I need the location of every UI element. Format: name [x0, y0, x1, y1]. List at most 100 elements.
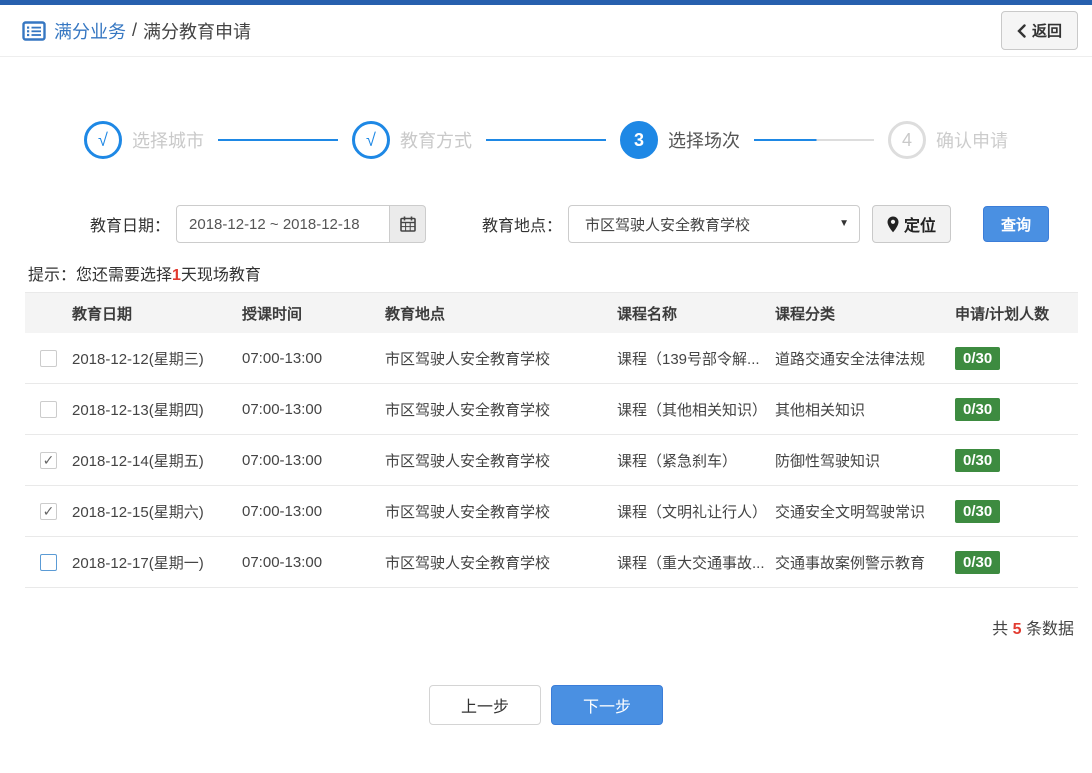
hint-prefix: 提示：您还需要选择	[28, 267, 173, 284]
step-2-label: 教育方式	[400, 131, 472, 151]
cell-date: 2018-12-12(星期三)	[72, 350, 204, 368]
total-prefix: 共	[992, 621, 1009, 638]
hint-highlight-count: 1	[172, 267, 181, 284]
date-range-group	[176, 205, 427, 243]
location-pin-icon	[887, 216, 899, 233]
calendar-button[interactable]	[390, 205, 427, 243]
step-connector-1	[218, 139, 338, 141]
session-table: 教育日期 授课时间 教育地点 课程名称 课程分类 申请/计划人数 2018-12…	[25, 292, 1078, 588]
calendar-icon	[399, 216, 416, 232]
count-badge: 0/30	[955, 499, 1001, 523]
col-header-category: 课程分类	[775, 305, 836, 323]
cell-time: 07:00-13:00	[242, 400, 323, 418]
locate-button-label: 定位	[904, 218, 937, 235]
step-2-marker: √	[352, 121, 390, 159]
total-suffix: 条数据	[1025, 621, 1074, 638]
list-icon	[22, 20, 46, 41]
cell-location: 市区驾驶人安全教育学校	[385, 554, 551, 572]
locate-button[interactable]: 定位	[872, 205, 952, 243]
step-connector-2	[486, 139, 606, 141]
step-3-label: 选择场次	[668, 131, 740, 151]
step-select-session: 3 选择场次	[620, 121, 740, 159]
chevron-left-icon	[1017, 23, 1026, 38]
step-1-label: 选择城市	[132, 131, 204, 151]
count-badge: 0/30	[955, 397, 1001, 421]
cell-category: 其他相关知识	[775, 401, 866, 419]
col-header-count: 申请/计划人数	[955, 305, 1050, 323]
back-button-label: 返回	[1031, 23, 1062, 40]
total-count-text: 共 5 条数据	[0, 615, 1074, 639]
cell-category: 交通安全文明驾驶常识	[775, 503, 926, 521]
cell-date: 2018-12-15(星期六)	[72, 503, 204, 521]
date-range-input[interactable]	[176, 205, 391, 243]
cell-course: 课程（其他相关知识）	[617, 401, 768, 419]
total-count: 5	[1012, 621, 1022, 638]
table-row[interactable]: 2018-12-12(星期三) 07:00-13:00 市区驾驶人安全教育学校 …	[25, 333, 1078, 384]
table-row[interactable]: ✓ 2018-12-14(星期五) 07:00-13:00 市区驾驶人安全教育学…	[25, 435, 1078, 486]
col-header-location: 教育地点	[385, 305, 446, 323]
cell-date: 2018-12-17(星期一)	[72, 554, 204, 572]
cell-category: 交通事故案例警示教育	[775, 554, 926, 572]
cell-location: 市区驾驶人安全教育学校	[385, 401, 551, 419]
step-3-marker: 3	[620, 121, 658, 159]
table-row[interactable]: 2018-12-13(星期四) 07:00-13:00 市区驾驶人安全教育学校 …	[25, 384, 1078, 435]
hint-text: 提示：您还需要选择1天现场教育	[28, 261, 1092, 285]
search-button[interactable]: 查询	[983, 206, 1050, 242]
col-header-time: 授课时间	[242, 305, 303, 323]
education-date-label: 教育日期：	[90, 218, 171, 235]
step-education-mode: √ 教育方式	[352, 121, 472, 159]
education-place-select[interactable]: 市区驾驶人安全教育学校 ▼	[568, 205, 861, 243]
table-body: 2018-12-12(星期三) 07:00-13:00 市区驾驶人安全教育学校 …	[25, 333, 1078, 588]
count-badge: 0/30	[955, 448, 1001, 472]
check-icon: ✓	[42, 451, 55, 468]
table-header-row: 教育日期 授课时间 教育地点 课程名称 课程分类 申请/计划人数	[25, 293, 1078, 333]
col-header-course: 课程名称	[617, 305, 678, 323]
step-1-marker: √	[84, 121, 122, 159]
stepper: √ 选择城市 √ 教育方式 3 选择场次 4 确认申请	[84, 121, 1008, 159]
cell-time: 07:00-13:00	[242, 451, 323, 469]
breadcrumb: 满分业务 / 满分教育申请	[22, 18, 251, 44]
cell-time: 07:00-13:00	[242, 349, 323, 367]
step-select-city: √ 选择城市	[84, 121, 204, 159]
next-step-button[interactable]: 下一步	[551, 685, 663, 725]
cell-course: 课程（139号部令解...	[617, 350, 760, 368]
check-icon: ✓	[42, 502, 55, 519]
chevron-down-icon: ▼	[839, 218, 850, 229]
cell-location: 市区驾驶人安全教育学校	[385, 350, 551, 368]
step-connector-3	[754, 139, 874, 141]
step-4-marker: 4	[888, 121, 926, 159]
step-confirm-application: 4 确认申请	[888, 121, 1008, 159]
row-checkbox[interactable]	[40, 553, 57, 571]
row-checkbox[interactable]: ✓	[40, 502, 57, 520]
row-checkbox[interactable]: ✓	[40, 451, 57, 469]
cell-time: 07:00-13:00	[242, 502, 323, 520]
breadcrumb-separator: /	[132, 20, 138, 40]
cell-category: 道路交通安全法律法规	[775, 350, 926, 368]
breadcrumb-primary[interactable]: 满分业务	[54, 18, 126, 44]
cell-time: 07:00-13:00	[242, 553, 323, 571]
previous-step-button[interactable]: 上一步	[429, 685, 541, 725]
row-checkbox[interactable]	[40, 349, 57, 367]
wizard-actions: 上一步 下一步	[0, 685, 1092, 725]
col-header-date: 教育日期	[72, 305, 133, 323]
count-badge: 0/30	[955, 550, 1001, 574]
education-place-selected: 市区驾驶人安全教育学校	[585, 216, 751, 234]
education-place-label: 教育地点：	[482, 218, 563, 235]
count-badge: 0/30	[955, 346, 1001, 370]
cell-date: 2018-12-14(星期五)	[72, 452, 204, 470]
row-checkbox[interactable]	[40, 400, 57, 418]
header: 满分业务 / 满分教育申请 返回	[0, 5, 1092, 57]
cell-course: 课程（紧急刹车）	[617, 452, 738, 470]
cell-date: 2018-12-13(星期四)	[72, 401, 204, 419]
back-button[interactable]: 返回	[1000, 11, 1078, 50]
cell-category: 防御性驾驶知识	[775, 452, 881, 470]
cell-course: 课程（文明礼让行人）	[617, 503, 768, 521]
cell-location: 市区驾驶人安全教育学校	[385, 452, 551, 470]
cell-location: 市区驾驶人安全教育学校	[385, 503, 551, 521]
hint-suffix: 天现场教育	[180, 267, 261, 284]
step-4-label: 确认申请	[936, 131, 1008, 151]
table-row[interactable]: ✓ 2018-12-15(星期六) 07:00-13:00 市区驾驶人安全教育学…	[25, 486, 1078, 537]
cell-course: 课程（重大交通事故...	[617, 554, 765, 572]
table-row[interactable]: 2018-12-17(星期一) 07:00-13:00 市区驾驶人安全教育学校 …	[25, 537, 1078, 588]
filter-bar: 教育日期： 教育地点： 市区驾驶人安全教育学校 ▼	[90, 205, 1092, 243]
